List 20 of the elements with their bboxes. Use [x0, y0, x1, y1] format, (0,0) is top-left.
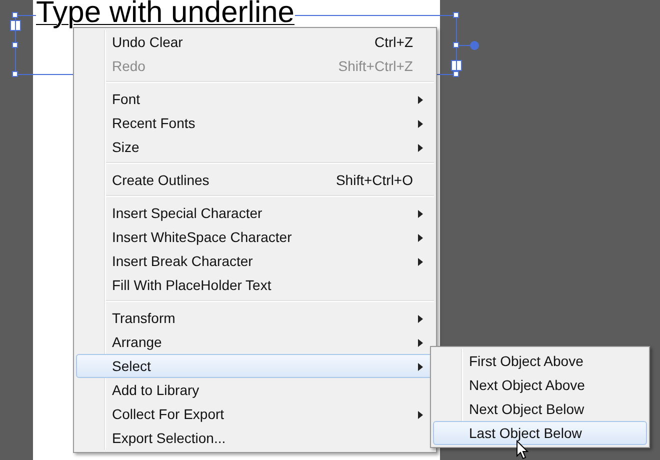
menu-item[interactable]: Last Object Below — [433, 421, 647, 445]
menu-item[interactable]: Insert WhiteSpace Character — [76, 225, 434, 249]
menu-item[interactable]: Undo Clear Ctrl+Z — [76, 30, 434, 54]
menu-item[interactable]: Fill With PlaceHolder Text — [76, 273, 434, 297]
menu-item[interactable]: Recent Fonts — [76, 111, 434, 135]
menu-item[interactable]: Export Selection... — [76, 426, 434, 450]
menu-item[interactable]: Next Object Above — [433, 373, 647, 397]
menu-item[interactable]: Insert Break Character — [76, 249, 434, 273]
mouse-cursor-icon — [516, 440, 529, 460]
menu-item[interactable]: Collect For Export — [76, 402, 434, 426]
menu-item[interactable]: First Object Above — [433, 349, 647, 373]
menu-item[interactable]: Create Outlines Shift+Ctrl+O — [76, 168, 434, 192]
menu-item[interactable]: Next Object Below — [433, 397, 647, 421]
menu-item[interactable]: Add to Library — [76, 378, 434, 402]
menu-item[interactable]: Insert Special Character — [76, 201, 434, 225]
menu-item[interactable]: Font — [76, 87, 434, 111]
canvas-text: Type with underline — [36, 0, 294, 26]
menu-item[interactable]: Transform — [76, 306, 434, 330]
menu-item[interactable]: Arrange — [76, 330, 434, 354]
menu-item[interactable]: Size — [76, 135, 434, 159]
